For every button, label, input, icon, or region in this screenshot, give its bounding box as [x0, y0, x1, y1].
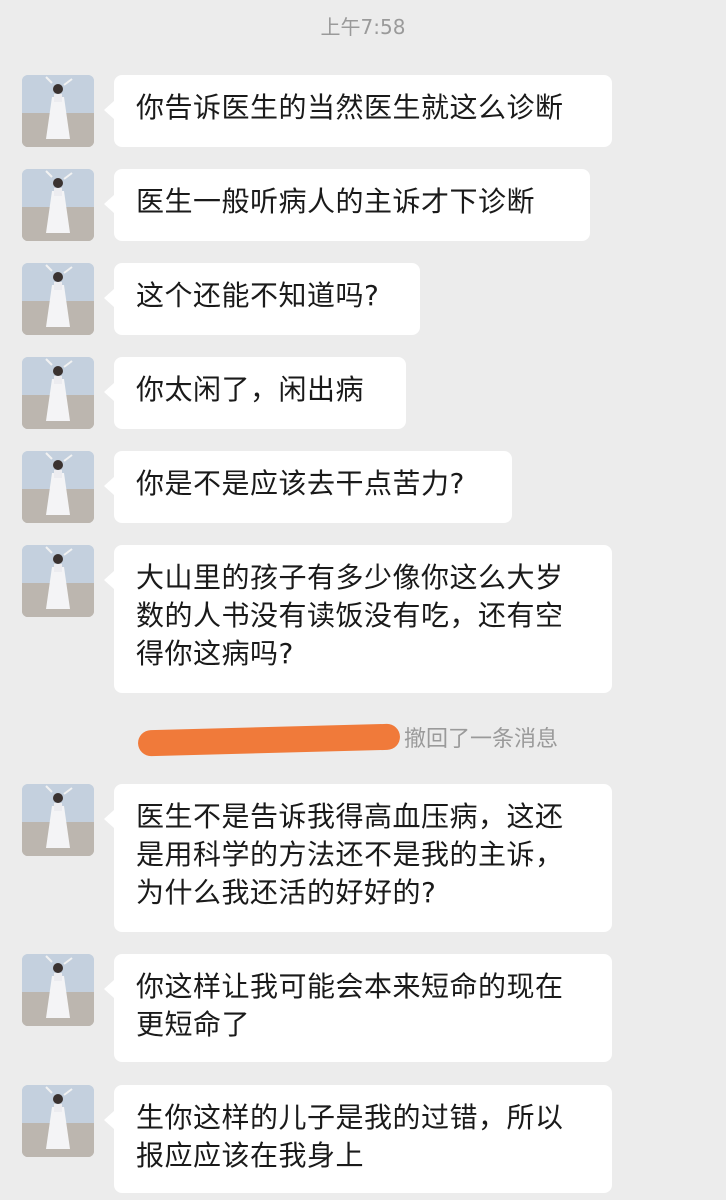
message-bubble[interactable]: 这个还能不知道吗? — [104, 263, 420, 335]
contact-avatar[interactable] — [22, 357, 94, 429]
contact-avatar[interactable] — [22, 75, 94, 147]
message-bubble[interactable]: 你是不是应该去干点苦力? — [104, 451, 512, 523]
contact-avatar[interactable] — [22, 784, 94, 856]
avatar-photo-icon — [22, 263, 94, 335]
redacted-name — [137, 723, 401, 757]
recall-notice-text: 撤回了一条消息 — [404, 727, 559, 752]
avatar-photo-icon — [22, 545, 94, 617]
contact-avatar[interactable] — [22, 545, 94, 617]
message-bubble[interactable]: 生你这样的儿子是我的过错，所以 报应应该在我身上 — [104, 1085, 612, 1193]
message-bubble[interactable]: 大山里的孩子有多少像你这么大岁 数的人书没有读饭没有吃，还有空 得你这病吗? — [104, 545, 612, 693]
avatar-photo-icon — [22, 784, 94, 856]
message-bubble[interactable]: 你告诉医生的当然医生就这么诊断 — [104, 75, 612, 147]
chat-window: 上午7:58 你告诉医生的当然医生就这么诊断 医生一般听病人的主诉才下诊断 这个… — [0, 0, 726, 1200]
avatar-photo-icon — [22, 954, 94, 1026]
contact-avatar[interactable] — [22, 451, 94, 523]
contact-avatar[interactable] — [22, 263, 94, 335]
timestamp: 上午7:58 — [320, 15, 406, 39]
message-bubble[interactable]: 你这样让我可能会本来短命的现在 更短命了 — [104, 954, 612, 1062]
avatar-photo-icon — [22, 169, 94, 241]
avatar-photo-icon — [22, 1085, 94, 1157]
avatar-photo-icon — [22, 357, 94, 429]
message-bubble[interactable]: 医生不是告诉我得高血压病，这还 是用科学的方法还不是我的主诉， 为什么我还活的好… — [104, 784, 612, 932]
recall-notice: 撤回了一条消息 — [0, 720, 726, 760]
message-bubble[interactable]: 医生一般听病人的主诉才下诊断 — [104, 169, 590, 241]
contact-avatar[interactable] — [22, 169, 94, 241]
message-bubble[interactable]: 你太闲了，闲出病 — [104, 357, 406, 429]
avatar-photo-icon — [22, 451, 94, 523]
contact-avatar[interactable] — [22, 954, 94, 1026]
contact-avatar[interactable] — [22, 1085, 94, 1157]
avatar-photo-icon — [22, 75, 94, 147]
